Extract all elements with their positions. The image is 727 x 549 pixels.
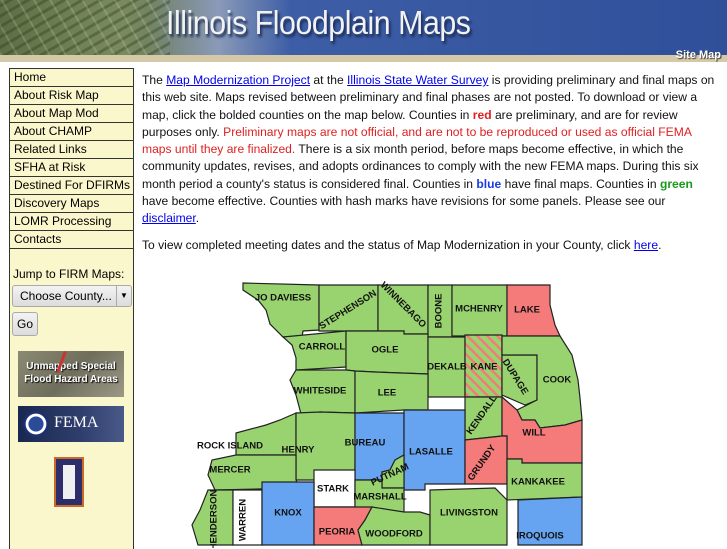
sidebar-item-discovery-maps[interactable]: Discovery Maps bbox=[10, 195, 133, 213]
isws-link[interactable]: Illinois State Water Survey bbox=[347, 73, 488, 87]
sidebar-item-destined-for-dfirms[interactable]: Destined For DFIRMs bbox=[10, 177, 133, 195]
text: have become effective. Counties with has… bbox=[142, 194, 666, 209]
county-label-mercer: MERCER bbox=[209, 465, 250, 476]
header-banner: Illinois Floodplain Maps bbox=[0, 0, 727, 55]
blue-keyword: blue bbox=[476, 176, 502, 191]
text: have final maps. Counties in bbox=[501, 176, 660, 191]
county-label-jo-daviess: JO DAVIESS bbox=[255, 293, 311, 304]
red-keyword: red bbox=[472, 107, 492, 122]
map-mod-project-link[interactable]: Map Modernization Project bbox=[166, 73, 310, 87]
county-label-warren: WARREN bbox=[238, 499, 249, 541]
county-label-dekalb: DEKALB bbox=[427, 362, 467, 373]
illinois-county-map: JO DAVIESS STEPHENSON WINNEBAGO BOONE MCHENR… bbox=[191, 280, 583, 548]
sidebar-item-about-map-mod[interactable]: About Map Mod bbox=[10, 105, 133, 123]
sidebar-item-sfha-at-risk[interactable]: SFHA at Risk bbox=[10, 159, 133, 177]
sidebar: Home About Risk Map About Map Mod About … bbox=[9, 68, 134, 549]
text: . bbox=[658, 237, 662, 252]
sidebar-item-about-champ[interactable]: About CHAMP bbox=[10, 123, 133, 141]
county-label-carroll: CARROLL bbox=[299, 342, 346, 353]
fema-text: FEMA bbox=[54, 414, 99, 431]
county-label-lake: LAKE bbox=[514, 305, 540, 316]
text: at the bbox=[310, 73, 348, 87]
sidebar-item-contacts[interactable]: Contacts bbox=[10, 231, 133, 249]
county-label-henderson: HENDERSON bbox=[209, 490, 220, 548]
go-button[interactable]: Go bbox=[12, 312, 38, 336]
site-title: Illinois Floodplain Maps bbox=[166, 4, 471, 41]
text: The bbox=[142, 73, 167, 87]
jump-to-firm-label: Jump to FIRM Maps: bbox=[13, 267, 125, 281]
county-label-kankakee: KANKAKEE bbox=[511, 477, 565, 488]
fema-banner[interactable]: FEMA bbox=[18, 406, 124, 442]
aerial-photo bbox=[0, 0, 170, 55]
text: To view completed meeting dates and the … bbox=[142, 237, 634, 252]
chevron-down-icon[interactable]: ▼ bbox=[116, 286, 131, 306]
county-label-marshall: MARSHALL bbox=[353, 492, 406, 503]
county-select-value: Choose County... bbox=[20, 289, 112, 303]
county-label-boone: BOONE bbox=[434, 294, 445, 329]
county-label-ogle: OGLE bbox=[372, 345, 399, 356]
site-map-link[interactable]: Site Map bbox=[676, 49, 721, 61]
county-label-lasalle: LASALLE bbox=[409, 447, 453, 458]
county-label-bureau: BUREAU bbox=[345, 438, 386, 449]
header-bar bbox=[0, 55, 727, 62]
county-jo-daviess[interactable] bbox=[242, 282, 320, 338]
sidebar-item-home[interactable]: Home bbox=[10, 69, 133, 87]
county-label-knox: KNOX bbox=[274, 508, 302, 519]
disclaimer-link[interactable]: disclaimer bbox=[142, 211, 196, 225]
county-select[interactable]: Choose County... ▼ bbox=[12, 285, 132, 307]
sidebar-item-lomr-processing[interactable]: LOMR Processing bbox=[10, 213, 133, 231]
county-label-peoria: PEORIA bbox=[319, 527, 356, 538]
county-label-kane: KANE bbox=[471, 362, 498, 373]
unmapped-line2: Flood Hazard Areas bbox=[24, 374, 118, 385]
county-label-livingston: LIVINGSTON bbox=[440, 508, 498, 519]
illinois-logo[interactable] bbox=[54, 457, 84, 507]
county-label-cook: COOK bbox=[543, 375, 572, 386]
county-label-lee: LEE bbox=[378, 388, 396, 399]
main-content: The Map Modernization Project at the Ill… bbox=[142, 72, 722, 263]
county-label-will: WILL bbox=[522, 428, 545, 439]
status-paragraph: To view completed meeting dates and the … bbox=[142, 237, 722, 254]
intro-paragraph: The Map Modernization Project at the Ill… bbox=[142, 72, 722, 228]
dhs-seal-icon bbox=[23, 411, 49, 437]
county-label-henry: HENRY bbox=[282, 445, 316, 456]
green-keyword: green bbox=[659, 176, 693, 191]
sidebar-item-about-risk-map[interactable]: About Risk Map bbox=[10, 87, 133, 105]
unmapped-sfha-banner[interactable]: Unmapped Special Flood Hazard Areas bbox=[18, 351, 124, 397]
text: . bbox=[195, 211, 200, 226]
county-label-rock-island: ROCK ISLAND bbox=[197, 441, 263, 452]
county-label-woodford: WOODFORD bbox=[365, 529, 423, 540]
unmapped-line1: Unmapped Special bbox=[26, 361, 116, 372]
county-label-iroquois: IROQUOIS bbox=[516, 531, 564, 542]
county-label-whiteside: WHITESIDE bbox=[294, 386, 347, 397]
illinois-i-icon bbox=[63, 465, 75, 499]
county-label-mchenry: MCHENRY bbox=[455, 304, 503, 315]
county-label-stark: STARK bbox=[317, 484, 349, 495]
sidebar-item-related-links[interactable]: Related Links bbox=[10, 141, 133, 159]
here-link[interactable]: here bbox=[634, 238, 658, 252]
